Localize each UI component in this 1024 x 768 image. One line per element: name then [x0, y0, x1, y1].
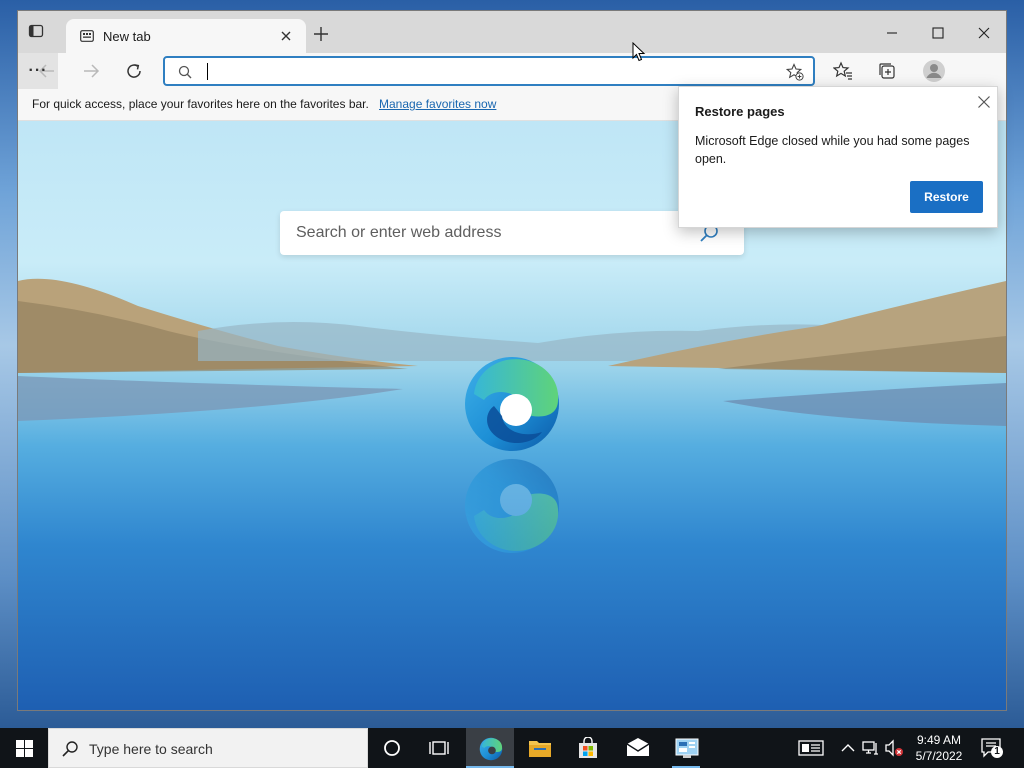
- page-search-placeholder: Search or enter web address: [296, 224, 502, 241]
- search-icon: [178, 65, 192, 79]
- system-clock[interactable]: 9:49 AM 5/7/2022: [908, 732, 970, 764]
- minimize-icon: [887, 32, 897, 34]
- volume-muted-icon[interactable]: [884, 738, 904, 758]
- edge-logo-icon: [465, 357, 559, 451]
- tab-new-tab[interactable]: New tab: [66, 19, 306, 53]
- profile-button[interactable]: [922, 59, 946, 83]
- windows-logo-icon: [16, 740, 33, 757]
- task-view-button[interactable]: [416, 728, 464, 768]
- new-tab-page-icon: [80, 30, 94, 42]
- control-panel-icon: [675, 738, 699, 758]
- maximize-icon: [932, 27, 944, 39]
- edge-icon: [479, 737, 503, 761]
- address-input[interactable]: [203, 62, 763, 80]
- notification-count-badge: 1: [994, 746, 1000, 757]
- collections-button[interactable]: [877, 61, 897, 81]
- minimize-button[interactable]: [869, 19, 915, 47]
- page-search-box[interactable]: Search or enter web address: [280, 211, 744, 255]
- cortana-circle-icon: [384, 740, 400, 756]
- start-button[interactable]: [0, 728, 48, 768]
- browser-toolbar: ···: [18, 53, 1006, 89]
- close-tab-icon[interactable]: [280, 30, 292, 42]
- favorites-button[interactable]: [832, 61, 853, 81]
- news-widget-icon[interactable]: [798, 738, 824, 758]
- cortana-button[interactable]: [368, 728, 416, 768]
- manage-favorites-link[interactable]: Manage favorites now: [379, 97, 496, 111]
- restore-popup-message: Microsoft Edge closed while you had some…: [695, 134, 970, 166]
- network-icon[interactable]: [861, 738, 881, 758]
- forward-button[interactable]: [81, 61, 101, 81]
- taskbar-file-explorer[interactable]: [515, 728, 563, 768]
- task-view-icon: [429, 741, 449, 755]
- taskbar-edge[interactable]: [466, 728, 514, 768]
- close-window-button[interactable]: [961, 19, 1006, 47]
- new-tab-plus-icon[interactable]: [314, 27, 328, 41]
- avatar-icon: [923, 60, 945, 82]
- taskbar-search-placeholder: Type here to search: [89, 741, 213, 757]
- folder-icon: [529, 741, 551, 757]
- show-hidden-icons-chevron-icon[interactable]: [838, 738, 858, 758]
- text-caret: [207, 63, 208, 80]
- tab-title: New tab: [103, 29, 151, 44]
- refresh-button[interactable]: [124, 61, 144, 81]
- tab-strip: New tab: [18, 11, 1006, 53]
- action-center-button[interactable]: 1: [980, 737, 1004, 759]
- taskbar-mail[interactable]: [613, 728, 661, 768]
- clock-time: 9:49 AM: [916, 733, 962, 747]
- restore-button[interactable]: Restore: [910, 181, 983, 213]
- settings-and-more-button[interactable]: ···: [18, 53, 58, 89]
- store-bag-icon: [579, 737, 597, 758]
- add-favorite-star-icon[interactable]: [786, 63, 804, 81]
- address-bar[interactable]: [163, 56, 815, 86]
- taskbar-control-panel[interactable]: [662, 728, 710, 768]
- search-icon: [62, 741, 78, 757]
- tab-actions-menu-icon[interactable]: [28, 23, 46, 41]
- refresh-icon: [127, 64, 141, 78]
- arrow-right-icon: [84, 64, 100, 78]
- ellipsis-icon: ···: [28, 62, 48, 79]
- maximize-button[interactable]: [915, 19, 961, 47]
- favorites-star-list-icon: [832, 61, 852, 80]
- favorites-bar-message: For quick access, place your favorites h…: [32, 97, 369, 111]
- restore-pages-popup: Restore pages Microsoft Edge closed whil…: [678, 86, 998, 228]
- close-popup-icon[interactable]: [977, 95, 991, 109]
- mail-envelope-icon: [626, 738, 650, 756]
- collections-icon: [879, 63, 895, 79]
- edge-logo-reflection: [465, 459, 559, 553]
- clock-date: 5/7/2022: [915, 749, 963, 763]
- close-icon: [978, 27, 990, 39]
- taskbar-search-box[interactable]: Type here to search: [48, 728, 368, 768]
- taskbar-microsoft-store[interactable]: [564, 728, 612, 768]
- restore-popup-title: Restore pages: [695, 104, 785, 119]
- windows-taskbar: Type here to search 9:49 AM 5/7/2022 1: [0, 728, 1024, 768]
- mouse-cursor-icon: [632, 42, 646, 62]
